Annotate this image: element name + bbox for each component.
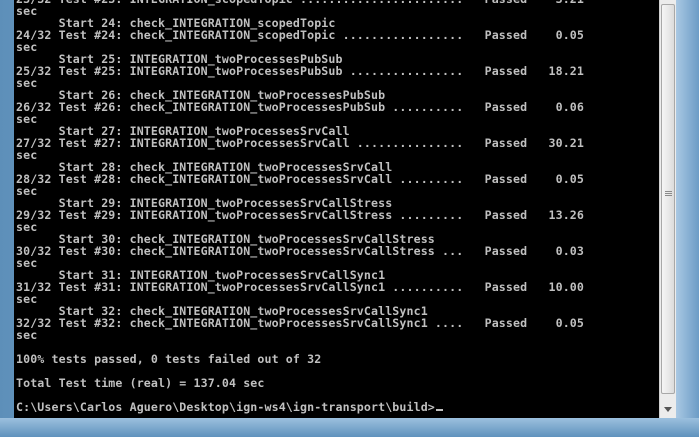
prompt-path: C:\Users\Carlos Aguero\Desktop\ign-ws4\i…	[16, 400, 435, 414]
console-lines: 23/32 Test #23: INTEGRATION_scopedTopic …	[16, 0, 584, 413]
console-line: 25/32 Test #25: INTEGRATION_twoProcesses…	[16, 64, 585, 78]
console-line: 24/32 Test #24: check_INTEGRATION_scoped…	[16, 28, 585, 42]
command-prompt[interactable]: C:\Users\Carlos Aguero\Desktop\ign-ws4\i…	[16, 401, 584, 413]
console-line: 31/32 Test #31: INTEGRATION_twoProcesses…	[16, 280, 585, 294]
scroll-down-button[interactable]	[660, 401, 677, 418]
console-output[interactable]: 23/32 Test #23: INTEGRATION_scopedTopic …	[14, 0, 659, 418]
console-window: 23/32 Test #23: INTEGRATION_scopedTopic …	[0, 0, 699, 437]
vertical-scrollbar[interactable]	[659, 0, 677, 418]
grip-line	[665, 191, 672, 192]
console-line: 32/32 Test #32: check_INTEGRATION_twoPro…	[16, 316, 585, 330]
grip-line	[665, 193, 672, 194]
grip-line	[665, 195, 672, 196]
window-border-bottom	[0, 418, 699, 437]
chevron-down-icon	[664, 407, 672, 412]
console-line: 27/32 Test #27: INTEGRATION_twoProcesses…	[16, 136, 585, 150]
console-line: 26/32 Test #26: check_INTEGRATION_twoPro…	[16, 100, 585, 114]
scrollbar-thumb[interactable]	[661, 4, 675, 394]
console-line: Total Test time (real) = 137.04 sec	[16, 376, 265, 390]
window-border-right	[676, 0, 699, 437]
console-line: 29/32 Test #29: INTEGRATION_twoProcesses…	[16, 208, 585, 222]
console-line: 23/32 Test #23: INTEGRATION_scopedTopic …	[16, 0, 584, 5]
console-line: 28/32 Test #28: check_INTEGRATION_twoPro…	[16, 172, 585, 186]
console-line: sec	[16, 328, 38, 342]
text-cursor	[435, 409, 443, 411]
console-line: 100% tests passed, 0 tests failed out of…	[16, 352, 322, 366]
console-line: 30/32 Test #30: check_INTEGRATION_twoPro…	[16, 244, 585, 258]
